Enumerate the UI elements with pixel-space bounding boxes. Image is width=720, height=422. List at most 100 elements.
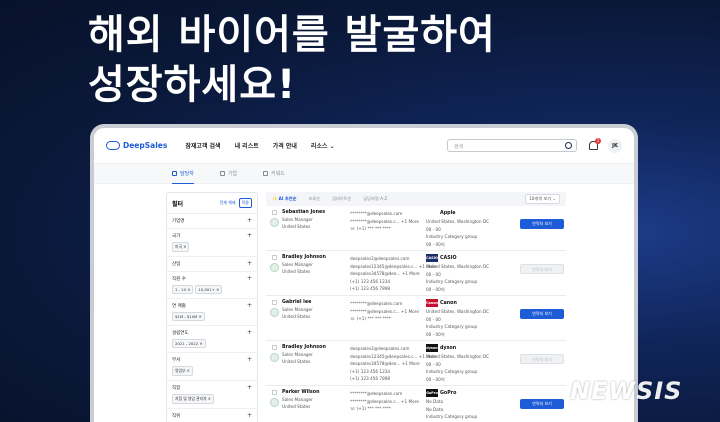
plus-icon[interactable]: + bbox=[247, 276, 252, 282]
filter-section[interactable]: 설립연도 + 2021 - 2022 ✕ bbox=[167, 326, 257, 353]
plus-icon[interactable]: + bbox=[247, 413, 252, 419]
headline-line2: 성장하세요! bbox=[88, 62, 297, 108]
tag-icon bbox=[263, 171, 269, 176]
contact-line: deepsales34578@dee... +1 More bbox=[350, 361, 420, 366]
plus-icon[interactable]: + bbox=[247, 233, 252, 239]
filter-chip[interactable]: 영업부 ✕ bbox=[172, 366, 193, 376]
building-icon bbox=[219, 171, 225, 176]
filter-chip[interactable]: 미국 ✕ bbox=[172, 242, 190, 252]
contact-line: ********@deepsales.c... +1 More bbox=[350, 308, 419, 314]
sort-views[interactable]: 조회순 bbox=[309, 196, 321, 202]
filter-row: 설립연도 + bbox=[172, 330, 252, 337]
page-size-select[interactable]: 10개씩 보기 ⌄ bbox=[525, 194, 560, 204]
company-name[interactable]: CASIO bbox=[440, 256, 457, 261]
view-contact-button[interactable]: 연락처 보기 bbox=[520, 264, 564, 274]
person-location: United States bbox=[282, 314, 311, 319]
contact-line: ********@deepsales.com bbox=[350, 211, 403, 216]
sort-ai-recommended[interactable]: ✨ AI 추천순 bbox=[272, 196, 297, 202]
row-checkbox[interactable] bbox=[272, 210, 277, 215]
person-name[interactable]: Gabriel lee bbox=[282, 300, 313, 305]
filter-chip[interactable]: 1 - 10 ✕ bbox=[172, 285, 194, 294]
company-name[interactable]: Canon bbox=[440, 301, 457, 306]
filter-section[interactable]: 직위 + bbox=[167, 409, 257, 422]
company-logo-icon bbox=[426, 209, 438, 217]
view-contact-button[interactable]: 연락처 보기 bbox=[520, 354, 564, 364]
result-row[interactable]: Bradley Johnson Sales Manager United Sta… bbox=[266, 341, 566, 386]
company-name[interactable]: dyson bbox=[440, 346, 456, 351]
bell-icon[interactable]: 1 bbox=[589, 138, 601, 150]
search-icon[interactable] bbox=[565, 142, 572, 149]
row-checkbox[interactable] bbox=[272, 390, 277, 395]
contact-line: deepsales34578@dee... +1 More bbox=[350, 271, 420, 276]
tab-contacts[interactable]: 담당자 bbox=[172, 164, 194, 184]
filter-section[interactable]: 기업명 + bbox=[167, 214, 257, 229]
company-name[interactable]: Apple bbox=[440, 211, 455, 216]
filter-chip[interactable]: 2021 - 2022 ✕ bbox=[172, 339, 206, 348]
search-input[interactable]: 검색 bbox=[447, 139, 577, 152]
plus-icon[interactable]: + bbox=[247, 385, 252, 391]
contact-line: (+1) 123 456 7898 bbox=[350, 376, 391, 381]
filter-chips: $1M - $10M ✕ bbox=[172, 312, 252, 321]
tab-companies[interactable]: 기업 bbox=[219, 164, 237, 184]
nav-prospect-search[interactable]: 잠재고객 검색 bbox=[185, 141, 220, 150]
company-info-line: 00 - 00억 bbox=[426, 287, 445, 293]
clear-all-button[interactable]: 전체 해제 bbox=[220, 200, 236, 206]
nav-pricing[interactable]: 가격 안내 bbox=[273, 141, 297, 150]
result-row[interactable]: Bradley Johnson Sales Manager United Sta… bbox=[266, 251, 566, 296]
plus-icon[interactable]: + bbox=[247, 218, 252, 224]
user-avatar[interactable]: JK bbox=[608, 138, 622, 153]
view-contact-button[interactable]: 연락처 보기 bbox=[520, 309, 564, 319]
row-checkbox[interactable] bbox=[272, 255, 277, 260]
company-logo-icon: dyson bbox=[426, 344, 438, 352]
tab-keywords[interactable]: 키워드 bbox=[263, 164, 285, 184]
person-name[interactable]: Bradley Johnson bbox=[282, 255, 326, 260]
person-name[interactable]: Bradley Johnson bbox=[282, 345, 326, 350]
apply-button[interactable]: 적용 bbox=[238, 198, 252, 208]
person-name[interactable]: Parker Wilson bbox=[282, 390, 320, 395]
person-info: Sebastian Jones Sales Manager United Sta… bbox=[282, 210, 325, 229]
contact-info: ********@deepsales.com ********@deepsales… bbox=[350, 300, 419, 323]
filter-section[interactable]: 연 매출 + $1M - $10M ✕ bbox=[167, 299, 257, 326]
filter-chip[interactable]: 지점 및 영업 관리자 ✕ bbox=[172, 394, 214, 404]
filter-section[interactable]: 직함 + 지점 및 영업 관리자 ✕ bbox=[167, 381, 257, 409]
filter-section[interactable]: 직원 수 +1 - 10 ✕ 10,001+ ✕ bbox=[167, 272, 257, 299]
result-row[interactable]: Parker Wilson Sales Manager United State… bbox=[266, 386, 566, 422]
row-checkbox[interactable] bbox=[272, 300, 277, 305]
nav-my-list[interactable]: 내 리스트 bbox=[235, 141, 259, 150]
filter-chip[interactable]: 10,001+ ✕ bbox=[195, 285, 223, 294]
filter-section[interactable]: 산업 + bbox=[167, 257, 257, 272]
filter-row: 부서 + bbox=[172, 357, 252, 364]
results-panel: ✨ AI 추천순 조회순 업데이트순 담당자명 A-Z 10개씩 보기 ⌄ Se… bbox=[266, 192, 566, 422]
app-logo-text: DeepSales bbox=[123, 141, 168, 150]
person-avatar-icon bbox=[270, 218, 279, 227]
plus-icon[interactable]: + bbox=[247, 357, 252, 363]
company-name[interactable]: GoPro bbox=[440, 391, 456, 396]
person-icon bbox=[172, 170, 177, 176]
row-checkbox[interactable] bbox=[272, 345, 277, 350]
contact-line: deepsales2@deepsales.com bbox=[350, 256, 410, 261]
view-contact-button[interactable]: 연락처 보기 bbox=[520, 399, 564, 409]
result-row[interactable]: Sebastian Jones Sales Manager United Sta… bbox=[266, 206, 566, 251]
sort-updated[interactable]: 업데이트순 bbox=[332, 196, 351, 202]
result-row[interactable]: Gabriel lee Sales Manager United States … bbox=[266, 296, 566, 341]
company-logo-icon: CASIO bbox=[426, 254, 438, 262]
tab-bar: 담당자 기업 키워드 bbox=[94, 164, 634, 184]
watermark: NEWSIS bbox=[570, 377, 683, 405]
filter-label: 산업 bbox=[172, 262, 181, 267]
top-nav: DeepSales 잠재고객 검색 내 리스트 가격 안내 리소스 ⌄ 검색 1… bbox=[94, 128, 634, 164]
sort-name-az[interactable]: 담당자명 A-Z bbox=[363, 196, 387, 202]
plus-icon[interactable]: + bbox=[247, 261, 252, 267]
plus-icon[interactable]: + bbox=[247, 330, 252, 336]
search-placeholder: 검색 bbox=[454, 144, 464, 150]
person-name[interactable]: Sebastian Jones bbox=[282, 210, 325, 215]
filter-chip[interactable]: $1M - $10M ✕ bbox=[172, 312, 205, 321]
app-logo[interactable]: DeepSales bbox=[106, 141, 167, 150]
filter-section[interactable]: 국가 + 미국 ✕ bbox=[167, 229, 257, 257]
filter-section[interactable]: 부서 + 영업부 ✕ bbox=[167, 353, 257, 381]
company-info-line: 00 - 00억 bbox=[426, 332, 445, 338]
view-contact-button[interactable]: 연락처 보기 bbox=[520, 219, 564, 229]
plus-icon[interactable]: + bbox=[247, 303, 252, 309]
contact-line: (+1) 123 456 1234 bbox=[350, 278, 391, 284]
contact-line: ********@deepsales.com bbox=[350, 301, 403, 306]
nav-resources[interactable]: 리소스 ⌄ bbox=[311, 141, 335, 150]
